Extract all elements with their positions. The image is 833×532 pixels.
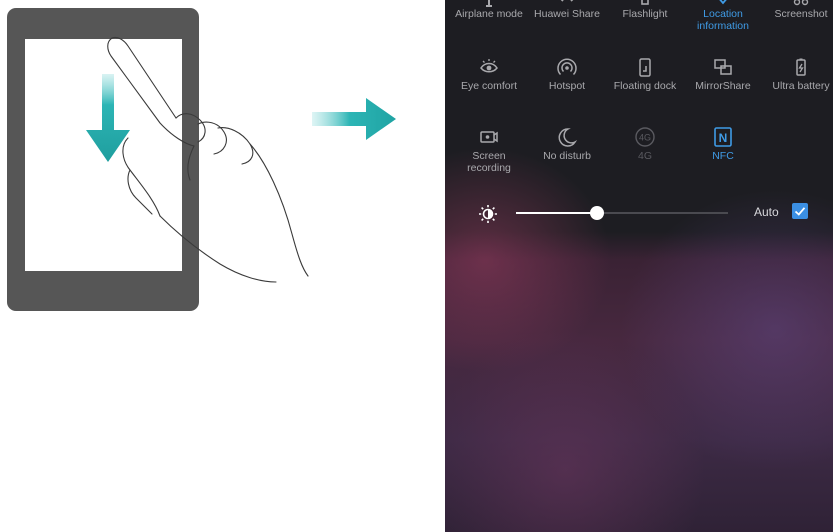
tile-floating-dock[interactable]: Floating dock [603,56,687,92]
svg-text:N: N [719,131,728,145]
tile-label: Ultra battery [772,80,830,92]
notification-panel: Airplane mode Huawei Share Flashlight Lo… [445,0,833,532]
tile-airplane-mode[interactable]: Airplane mode [447,0,531,20]
tile-label: No disturb [543,150,591,162]
hand-icon [107,36,309,283]
nfc-icon: N [714,127,732,147]
tile-label: Flashlight [622,8,668,20]
tile-mirror-share[interactable]: MirrorShare [681,56,765,92]
swipe-down-illustration [0,0,430,532]
eye-icon [480,59,498,73]
moon-icon [558,128,578,147]
scissors-icon [793,0,809,6]
tile-flashlight[interactable]: Flashlight [603,0,687,20]
tile-hotspot[interactable]: Hotspot [525,56,609,92]
tile-label: Floating dock [613,80,677,92]
tile-screen-recording[interactable]: Screen recording [447,126,531,174]
flashlight-icon [641,0,649,5]
brightness-slider-thumb[interactable] [589,206,604,220]
tile-label: Airplane mode [455,8,523,20]
floating-dock-icon [639,58,651,77]
transition-arrow-icon [312,98,396,140]
tile-nfc[interactable]: N NFC [681,126,765,162]
airplane-icon [486,0,492,7]
tile-eye-comfort[interactable]: Eye comfort [447,56,531,92]
tile-label: Location information [697,8,749,32]
4g-icon: 4G [635,127,655,147]
mirror-share-icon [714,59,732,75]
huawei-share-icon [560,0,574,2]
screen-record-icon [480,131,498,143]
tile-location-information[interactable]: Location information [681,0,765,32]
battery-icon [796,58,806,76]
auto-brightness-label: Auto [754,205,779,219]
brightness-icon [479,205,497,223]
brightness-slider[interactable] [516,206,728,220]
tile-label: Screenshot [774,8,828,20]
tile-label: MirrorShare [695,80,751,92]
tile-4g[interactable]: 4G 4G [603,126,687,162]
tile-label: NFC [712,150,734,162]
tile-huawei-share[interactable]: Huawei Share [525,0,609,20]
tile-label: Huawei Share [534,8,600,20]
svg-text:4G: 4G [639,133,651,143]
tile-ultra-battery[interactable]: Ultra battery [759,56,833,92]
tile-screenshot[interactable]: Screenshot [759,0,833,20]
brightness-slider-fill [516,212,597,214]
tile-label: Screen recording [467,150,511,174]
tile-no-disturb[interactable]: No disturb [525,126,609,162]
location-icon [719,0,727,5]
tile-label: 4G [637,150,652,162]
auto-brightness-checkbox[interactable] [792,203,808,219]
hotspot-icon [557,58,577,76]
tile-label: Hotspot [548,80,586,92]
tile-label: Eye comfort [460,80,518,92]
